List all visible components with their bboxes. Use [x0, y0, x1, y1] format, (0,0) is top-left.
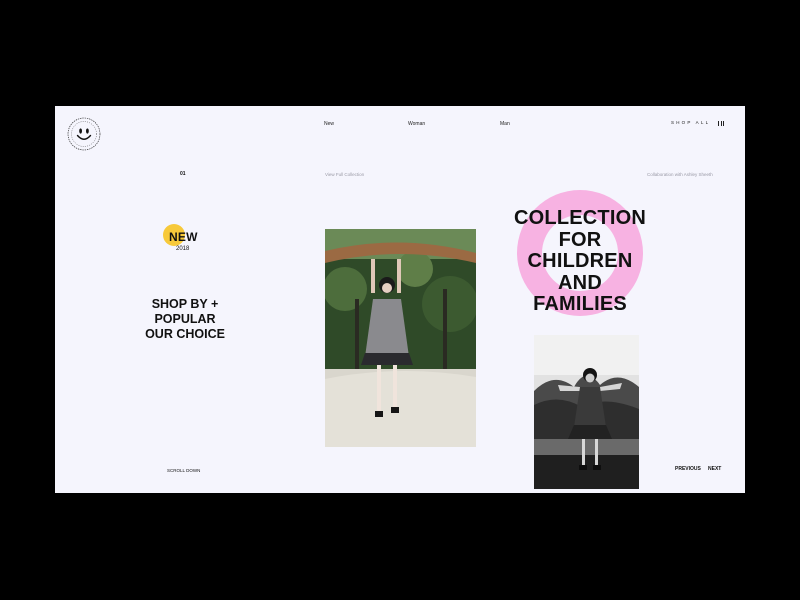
collection-headline: COLLECTION FOR CHILDREN AND FAMILIES: [485, 207, 675, 316]
shop-by-label: SHOP BY: [151, 297, 208, 311]
shop-by-menu[interactable]: SHOP BY + POPULAR OUR CHOICE: [135, 297, 235, 342]
previous-button[interactable]: PREVIOUS: [675, 466, 701, 472]
hamburger-menu-icon[interactable]: [718, 121, 724, 126]
new-badge-year: 2018: [176, 246, 190, 252]
collaboration-link[interactable]: Collaboration with Ashley Sheeth: [647, 172, 713, 177]
shop-by-our-choice[interactable]: OUR CHOICE: [135, 327, 235, 342]
headline-line-1: COLLECTION: [514, 207, 646, 229]
plus-icon[interactable]: +: [211, 297, 218, 311]
scroll-down-link[interactable]: SCROLL DOWN: [167, 468, 200, 473]
headline-line-2: FOR: [558, 228, 602, 251]
smiley-badge-icon[interactable]: [67, 117, 101, 151]
shop-all-link[interactable]: SHOP ALL: [671, 120, 710, 125]
headline-line-5: FAMILIES: [533, 293, 627, 315]
next-button[interactable]: NEXT: [708, 466, 721, 472]
nav-item-new[interactable]: New: [324, 121, 334, 127]
headline-line-4: AND: [558, 271, 602, 294]
slide-index: 01: [180, 171, 186, 177]
shop-by-popular[interactable]: POPULAR: [135, 312, 235, 327]
nav-item-man[interactable]: Man: [500, 121, 510, 127]
landing-page: New Woman Man SHOP ALL 01 View Full Coll…: [55, 106, 745, 493]
view-collection-link[interactable]: View Full Collection: [325, 172, 364, 177]
headline-line-3: CHILDREN: [527, 250, 633, 272]
main-collection-photo[interactable]: [325, 229, 476, 447]
new-badge-label: NEW: [169, 230, 198, 244]
secondary-collection-photo[interactable]: [534, 335, 639, 489]
nav-item-woman[interactable]: Woman: [408, 121, 425, 127]
